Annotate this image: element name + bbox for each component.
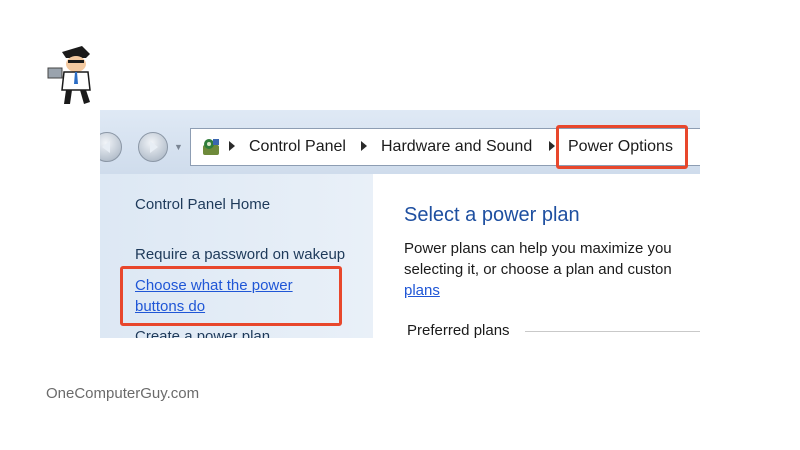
page-title: Select a power plan xyxy=(404,204,580,226)
forward-button[interactable] xyxy=(138,132,168,162)
breadcrumb-separator-icon xyxy=(361,141,367,151)
main-content-pane: Select a power plan Power plans can help… xyxy=(373,174,700,338)
require-password-link[interactable]: Require a password on wakeup xyxy=(135,246,345,263)
control-panel-icon xyxy=(203,139,219,155)
onecomputerguy-logo-icon xyxy=(47,46,91,104)
plans-link[interactable]: plans xyxy=(404,282,440,299)
description-line2: selecting it, or choose a plan and custo… xyxy=(404,261,672,278)
description-line1: Power plans can help you maximize you xyxy=(404,240,672,257)
choose-power-buttons-highlight-box xyxy=(120,266,342,326)
power-options-highlight-box xyxy=(556,125,688,169)
breadcrumb-hardware-and-sound[interactable]: Hardware and Sound xyxy=(381,138,532,156)
watermark-text: OneComputerGuy.com xyxy=(46,385,200,402)
preferred-plans-divider xyxy=(525,331,700,332)
control-panel-home-link[interactable]: Control Panel Home xyxy=(135,196,270,213)
windows-explorer-screenshot: ▼ Control Panel Hardware and Sound Power… xyxy=(100,110,700,338)
breadcrumb-separator-icon xyxy=(549,141,555,151)
recent-pages-dropdown-icon[interactable]: ▼ xyxy=(174,142,183,152)
create-power-plan-link[interactable]: Create a power plan xyxy=(135,328,270,338)
breadcrumb-control-panel[interactable]: Control Panel xyxy=(249,138,346,156)
back-button[interactable] xyxy=(100,132,122,162)
back-arrow-icon xyxy=(102,141,110,153)
breadcrumb-separator-icon xyxy=(229,141,235,151)
left-navigation-pane: Control Panel Home Require a password on… xyxy=(100,174,373,338)
navigation-bar: ▼ Control Panel Hardware and Sound Power… xyxy=(100,110,700,174)
power-plan-description: Power plans can help you maximize you se… xyxy=(404,238,700,301)
forward-arrow-icon xyxy=(150,141,158,153)
preferred-plans-heading: Preferred plans xyxy=(407,322,510,338)
